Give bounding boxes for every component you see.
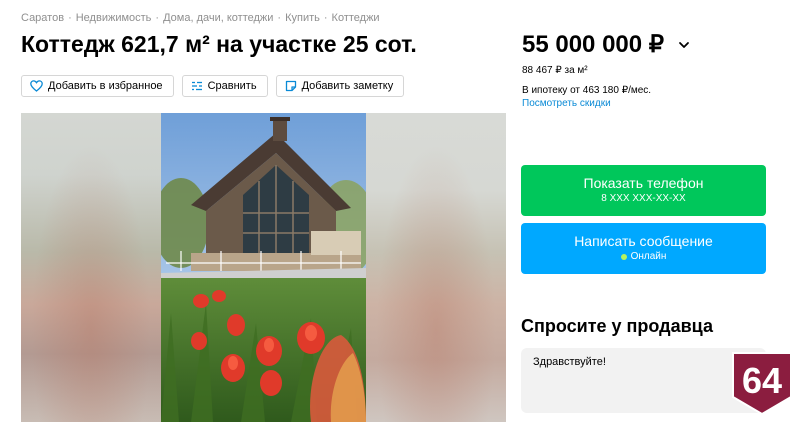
note-icon	[285, 80, 296, 92]
breadcrumb-separator: ·	[68, 12, 72, 24]
breadcrumb-item-cottages[interactable]: Коттеджи	[332, 12, 380, 24]
photo-gallery[interactable]	[21, 113, 506, 422]
compare-label: Сравнить	[207, 80, 257, 92]
view-discounts-link[interactable]: Посмотреть скидки	[522, 98, 611, 109]
compare-icon	[191, 81, 202, 91]
listing-actions: Добавить в избранное Сравнить Добавить з…	[21, 75, 405, 97]
price: 55 000 000 ₽	[522, 30, 690, 59]
send-message-label: Написать сообщение	[574, 233, 713, 249]
phone-masked: 8 XXX XXX-XX-XX	[601, 193, 686, 204]
breadcrumb-item-houses[interactable]: Дома, дачи, коттеджи	[163, 12, 273, 24]
gallery-blurred-background-right	[366, 113, 506, 422]
price-value: 55 000 000 ₽	[522, 31, 665, 58]
add-note-label: Добавить заметку	[301, 80, 394, 92]
price-per-sqm: 88 467 ₽ за м²	[522, 65, 588, 76]
ask-seller-title: Спросите у продавца	[521, 316, 713, 336]
ask-seller-message-text: Здравствуйте!	[533, 356, 606, 368]
chevron-down-icon[interactable]	[678, 41, 690, 49]
cottage-photo	[161, 113, 366, 422]
add-to-favorites-label: Добавить в избранное	[48, 80, 163, 92]
breadcrumb-item-buy[interactable]: Купить	[285, 12, 320, 24]
gallery-blurred-background-left	[21, 113, 161, 422]
watermark-text: 64	[742, 360, 782, 401]
online-dot-icon	[620, 253, 627, 260]
shield-logo-icon: 64	[732, 352, 792, 416]
show-phone-label: Показать телефон	[583, 175, 704, 191]
show-phone-button[interactable]: Показать телефон 8 XXX XXX-XX-XX	[521, 165, 766, 216]
breadcrumb-item-city[interactable]: Саратов	[21, 12, 64, 24]
heart-icon	[30, 80, 43, 92]
add-to-favorites-button[interactable]: Добавить в избранное	[21, 75, 174, 97]
compare-button[interactable]: Сравнить	[181, 75, 268, 97]
breadcrumb: Саратов · Недвижимость · Дома, дачи, коттедж…	[21, 12, 380, 24]
main-photo[interactable]	[161, 113, 366, 422]
watermark-logo: 64	[731, 351, 793, 416]
listing-title: Коттедж 621,7 м² на участке 25 сот.	[21, 31, 417, 57]
online-status: Онлайн	[521, 251, 766, 262]
online-status-label: Онлайн	[630, 251, 667, 262]
add-note-button[interactable]: Добавить заметку	[275, 75, 405, 97]
breadcrumb-item-realty[interactable]: Недвижимость	[76, 12, 152, 24]
breadcrumb-separator: ·	[155, 12, 160, 24]
mortgage-info: В ипотеку от 463 180 ₽/мес.	[522, 85, 652, 96]
breadcrumb-separator: ·	[277, 12, 282, 24]
breadcrumb-separator: ·	[323, 12, 328, 24]
send-message-button[interactable]: Написать сообщение Онлайн	[521, 223, 766, 274]
ask-seller-message-field[interactable]: Здравствуйте!	[521, 348, 766, 413]
